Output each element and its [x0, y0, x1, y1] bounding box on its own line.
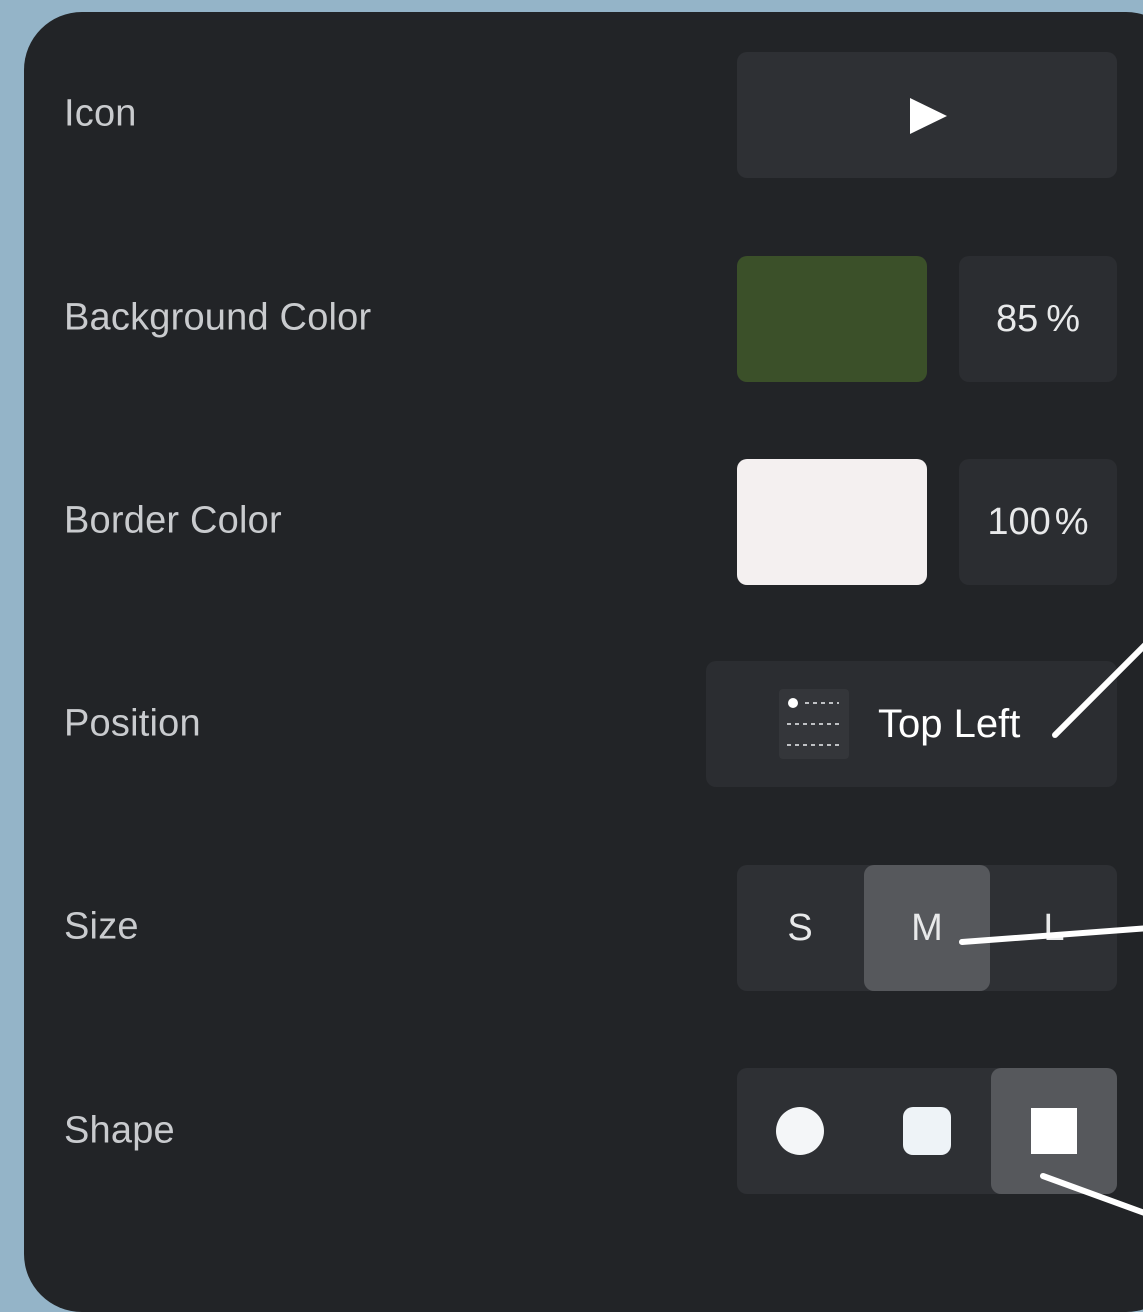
size-option-m[interactable]: M — [864, 865, 990, 991]
background-opacity-unit: % — [1046, 297, 1081, 340]
icon-picker-button[interactable] — [737, 52, 1117, 178]
background-color-swatch[interactable] — [737, 256, 927, 382]
icon-label: Icon — [64, 92, 137, 135]
position-grid-icon — [779, 689, 849, 759]
position-value: Top Left — [878, 701, 1021, 746]
border-color-label: Border Color — [64, 499, 282, 542]
background-opacity-value: 85 — [995, 297, 1039, 340]
shape-label: Shape — [64, 1109, 175, 1152]
shape-option-circle[interactable] — [737, 1068, 863, 1194]
size-label: Size — [64, 905, 139, 948]
size-option-l[interactable]: L — [991, 865, 1117, 991]
shape-option-rounded-square[interactable] — [864, 1068, 990, 1194]
play-icon — [910, 98, 947, 134]
border-opacity-input[interactable]: 100 % — [959, 459, 1117, 585]
circle-shape-icon — [776, 1107, 824, 1155]
square-shape-icon — [1031, 1108, 1077, 1154]
background-color-label: Background Color — [64, 296, 372, 339]
border-opacity-value: 100 — [987, 500, 1051, 543]
size-option-s[interactable]: S — [737, 865, 863, 991]
background-opacity-input[interactable]: 85 % — [959, 256, 1117, 382]
position-select[interactable]: Top Left — [706, 661, 1117, 787]
size-segmented-control: S M L — [737, 865, 1117, 991]
position-label: Position — [64, 702, 201, 745]
border-color-swatch[interactable] — [737, 459, 927, 585]
shape-option-square[interactable] — [991, 1068, 1117, 1194]
border-opacity-unit: % — [1054, 500, 1089, 543]
rounded-square-shape-icon — [903, 1107, 951, 1155]
shape-segmented-control — [737, 1068, 1117, 1194]
